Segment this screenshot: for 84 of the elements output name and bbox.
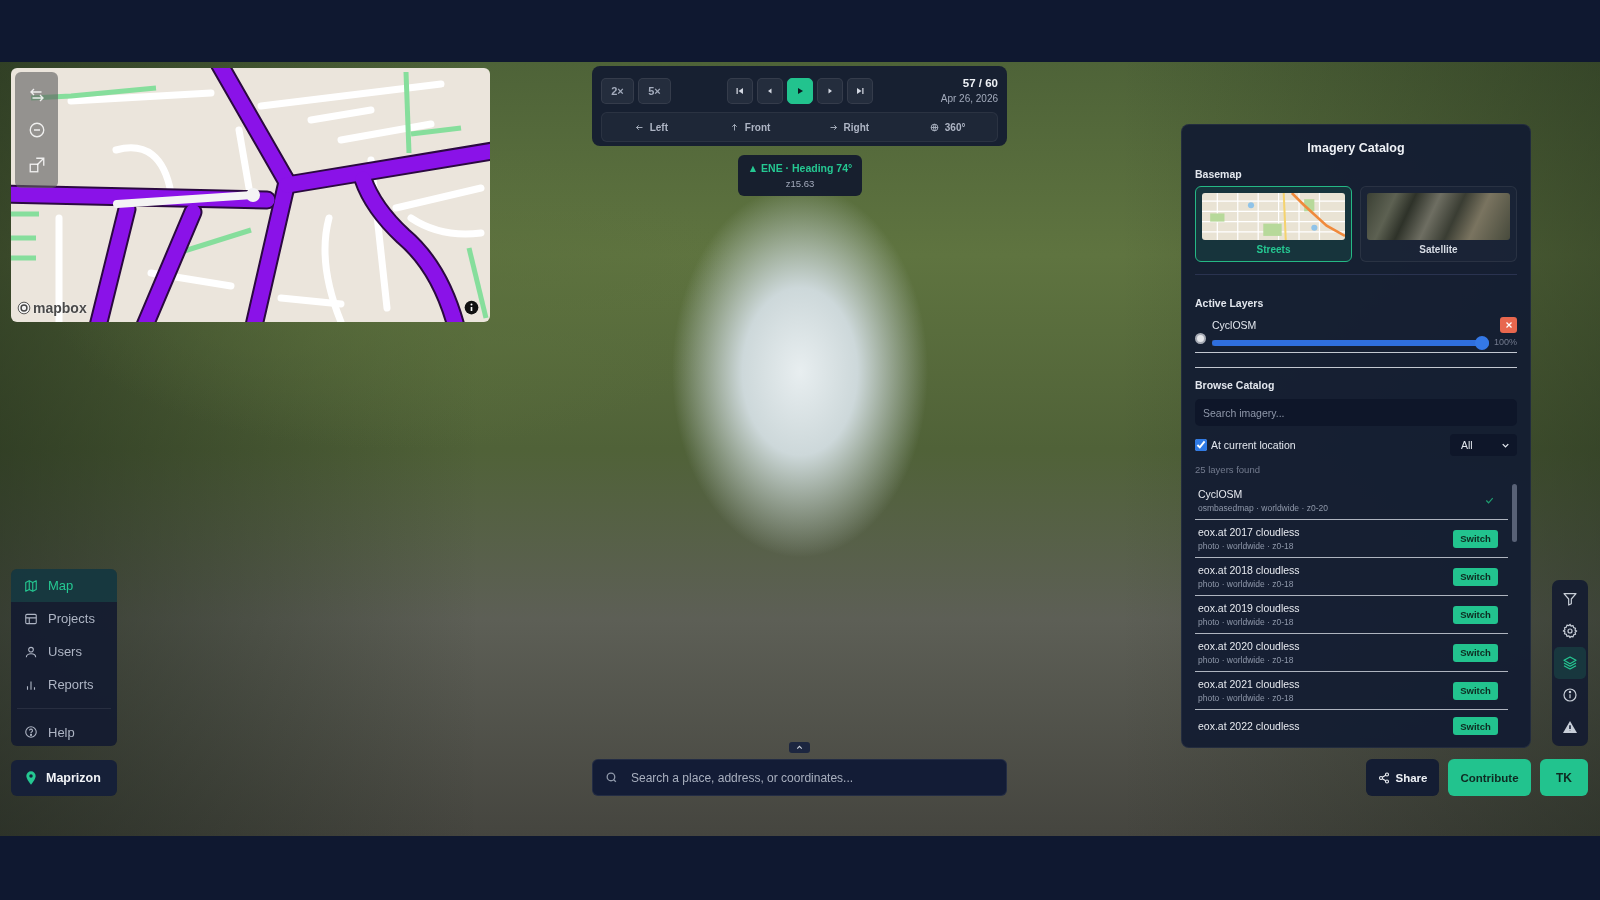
speed-button[interactable]: 2× (601, 78, 634, 104)
radio-button[interactable] (1195, 332, 1206, 344)
attribution-logo[interactable]: mapbox (33, 300, 87, 316)
expand-icon[interactable] (27, 155, 46, 174)
slider-thumb[interactable] (1475, 335, 1489, 350)
first-frame-button[interactable] (726, 78, 753, 104)
section-label: Basemap (1195, 167, 1243, 181)
remove-button[interactable] (1500, 317, 1517, 333)
share-icon (1377, 771, 1390, 784)
layer-name[interactable]: eox.at 2022 cloudless (1198, 719, 1300, 733)
brand-button[interactable]: Maprizon (11, 760, 117, 796)
layer-name[interactable]: eox.at 2019 cloudless (1198, 601, 1300, 615)
settings-icon (1562, 623, 1578, 639)
arrow-right-icon (828, 122, 838, 132)
info-icon[interactable] (464, 300, 479, 315)
last-frame-button[interactable] (846, 78, 873, 104)
switch-button[interactable]: Switch (1453, 605, 1498, 624)
frame-counter: 57 / 60 (962, 77, 998, 90)
contribute-button[interactable]: Contribute (1448, 759, 1531, 796)
layer-name[interactable]: eox.at 2018 cloudless (1198, 563, 1300, 577)
tool-button[interactable] (1554, 647, 1586, 679)
speed-button[interactable]: 5× (638, 78, 671, 104)
search-icon (605, 771, 618, 784)
layer-name[interactable]: eox.at 2021 cloudless (1198, 677, 1300, 691)
direction-button[interactable]: 360° (929, 118, 966, 136)
search-field[interactable]: Search imagery... (1195, 399, 1517, 426)
direction-button[interactable]: Right (828, 118, 870, 136)
info-icon (1562, 687, 1578, 703)
direction-button[interactable]: Left (634, 118, 669, 136)
arrow-left-icon (634, 122, 644, 132)
capture-date: Apr 26, 2026 (940, 93, 998, 105)
search-field[interactable]: Search a place, address, or coordinates... (592, 759, 1007, 796)
play-button[interactable] (786, 78, 813, 104)
switch-button[interactable]: Switch (1453, 717, 1498, 735)
switch-button[interactable]: Switch (1453, 529, 1498, 548)
share-button[interactable]: Share (1366, 759, 1439, 796)
layer-meta: photo · worldwide · z0-18 (1198, 616, 1295, 628)
filter-icon (1562, 591, 1578, 607)
user-avatar-button[interactable]: TK (1540, 759, 1588, 796)
switch-button[interactable]: Switch (1453, 643, 1498, 662)
collapse-button[interactable] (789, 742, 810, 753)
heading-label: ▲ ENE · Heading 74° (747, 161, 853, 175)
layer-meta: osmbasedmap · worldwide · z0-20 (1198, 502, 1328, 514)
logo-icon (17, 301, 31, 315)
layer-meta: photo · worldwide · z0-18 (1198, 692, 1295, 704)
caret-up-icon (795, 743, 804, 752)
nav-item[interactable]: Help (11, 717, 117, 746)
layer-meta: photo · worldwide · z0-18 (1198, 578, 1295, 590)
warning-icon (1562, 719, 1578, 735)
opacity-value: 100% (1493, 337, 1517, 348)
filter-dropdown[interactable]: All (1450, 434, 1517, 456)
basemap-option[interactable]: Satellite (1360, 186, 1517, 262)
checkbox-label: At current location (1211, 438, 1296, 452)
switch-button[interactable]: Switch (1453, 681, 1498, 700)
switch-button[interactable]: Switch (1453, 567, 1498, 586)
nav-item[interactable]: Projects (11, 602, 117, 635)
basemap-option[interactable]: Streets (1195, 186, 1352, 262)
layer-name: CyclOSM (1212, 318, 1257, 332)
table-icon (24, 611, 38, 626)
nav-item[interactable]: Map (11, 569, 117, 602)
layers-icon (1562, 655, 1578, 671)
layer-name[interactable]: eox.at 2020 cloudless (1198, 639, 1300, 653)
map-icon (24, 578, 38, 593)
direction-button[interactable]: Front (729, 118, 771, 136)
checkbox[interactable] (1195, 439, 1207, 451)
pin-icon (23, 770, 39, 786)
nav-item[interactable]: Users (11, 635, 117, 668)
layer-name[interactable]: eox.at 2017 cloudless (1198, 525, 1300, 539)
zoom-out-icon[interactable] (27, 121, 46, 139)
layer-meta: photo · worldwide · z0-18 (1198, 540, 1295, 552)
layer-name[interactable]: CyclOSM (1198, 487, 1328, 501)
panel-title: Imagery Catalog (1306, 140, 1406, 156)
user-icon (24, 644, 38, 659)
scrollbar[interactable] (1512, 484, 1517, 542)
results-count: 25 layers found (1195, 464, 1261, 476)
help-icon (24, 725, 38, 739)
close-icon (1503, 320, 1514, 330)
nav-item[interactable]: Reports (11, 668, 117, 701)
section-label: Browse Catalog (1195, 378, 1276, 392)
layer-meta: photo · worldwide · z0-18 (1198, 654, 1295, 666)
section-label: Active Layers (1195, 296, 1265, 310)
zoom-level: z15.63 (785, 177, 815, 190)
arrow-up-icon (729, 122, 739, 132)
globe-icon (929, 122, 939, 132)
